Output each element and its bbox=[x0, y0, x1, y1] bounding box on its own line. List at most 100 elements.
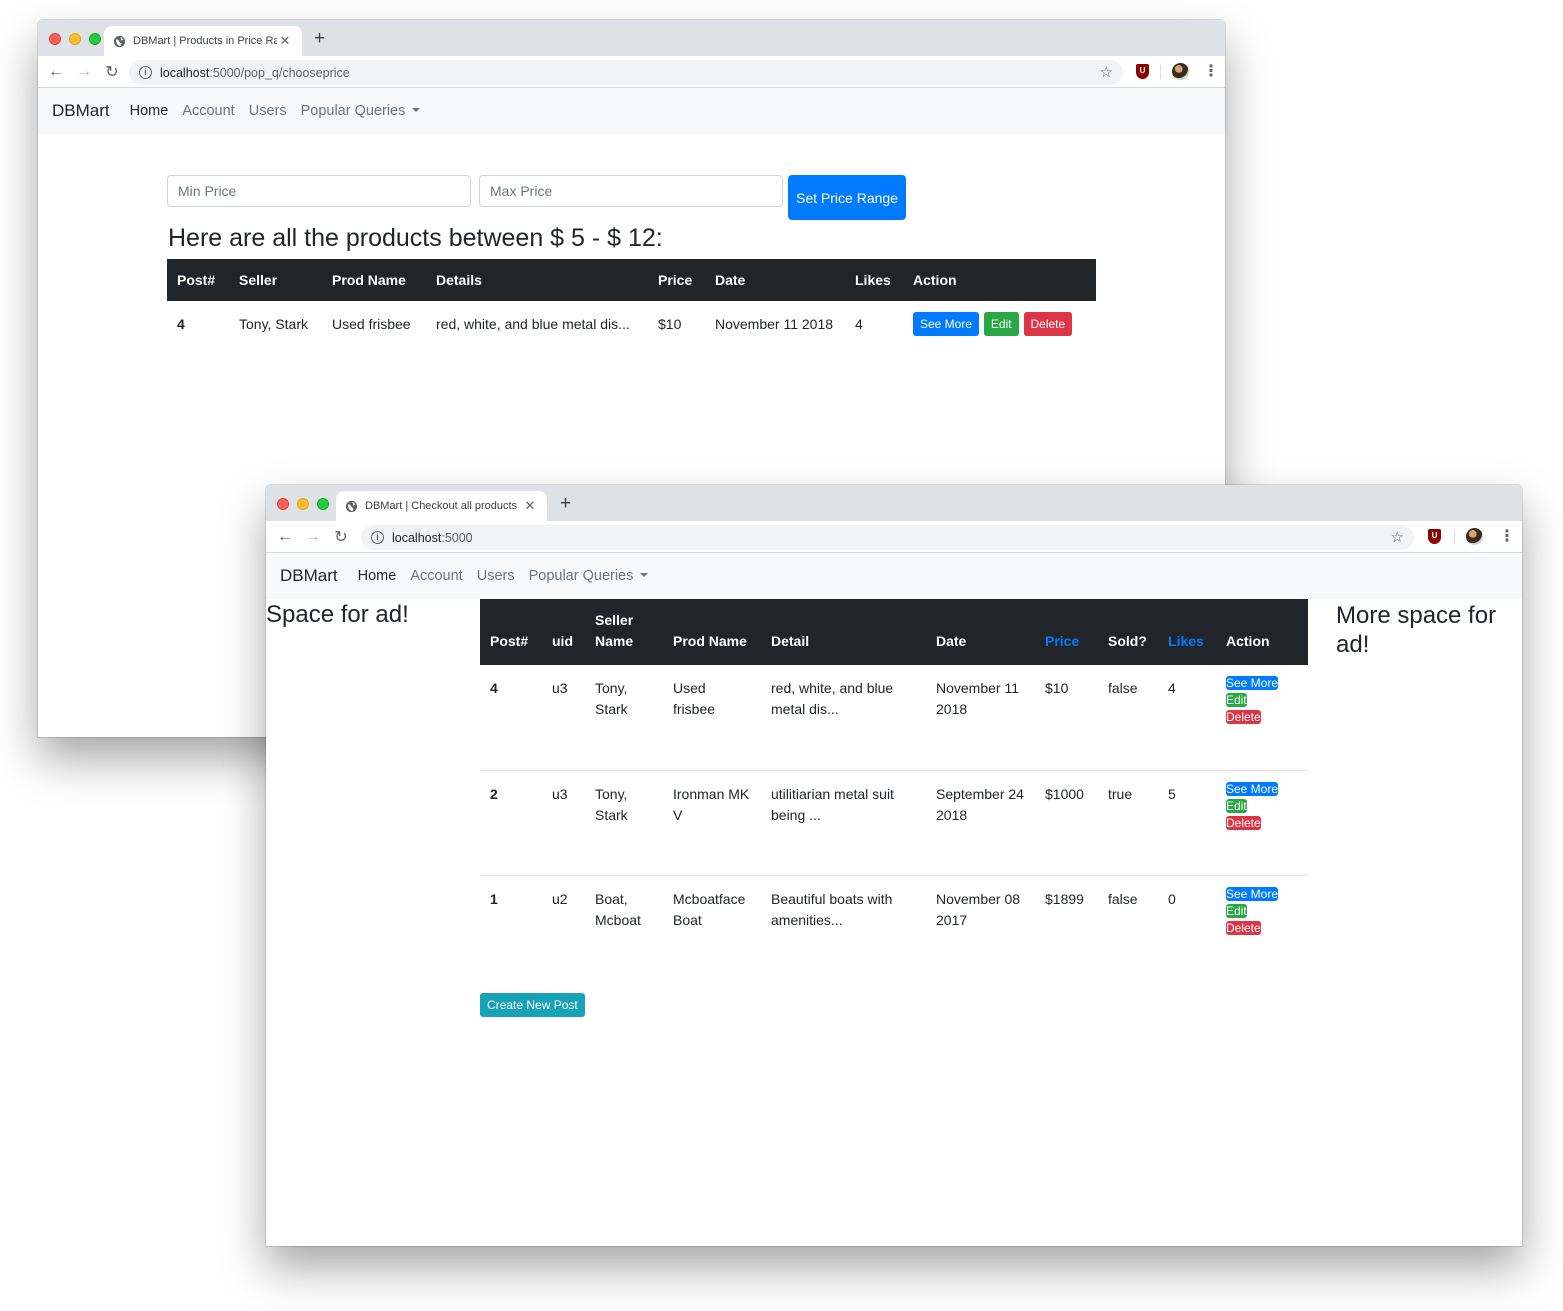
cell-likes: 5 bbox=[1158, 769, 1216, 875]
profile-avatar-icon[interactable] bbox=[1466, 528, 1483, 545]
nav-popular-queries-dropdown[interactable]: Popular Queries bbox=[301, 103, 421, 119]
close-tab-icon[interactable]: ✕ bbox=[522, 498, 538, 514]
ad-space-left: Space for ad! bbox=[266, 601, 409, 628]
minimize-window-button[interactable] bbox=[69, 33, 81, 45]
menu-kebab-icon[interactable]: ⋮ bbox=[1499, 526, 1515, 546]
brand-logo[interactable]: DBMart bbox=[52, 101, 110, 121]
nav-account[interactable]: Account bbox=[410, 568, 462, 584]
url-field[interactable]: i localhost:5000 ☆ bbox=[361, 525, 1414, 550]
dropdown-label: Popular Queries bbox=[528, 568, 634, 584]
forward-arrow-icon[interactable]: → bbox=[70, 63, 98, 81]
close-window-button[interactable] bbox=[277, 498, 289, 510]
profile-avatar-icon[interactable] bbox=[1172, 63, 1189, 80]
globe-icon bbox=[345, 500, 358, 512]
caret-down-icon bbox=[640, 573, 649, 577]
cell-price: $1000 bbox=[1035, 769, 1098, 875]
max-price-input[interactable]: Max Price bbox=[479, 175, 783, 207]
cell-date: September 24 2018 bbox=[926, 769, 1035, 875]
cell-seller: Tony, Stark bbox=[585, 769, 663, 875]
url-field[interactable]: i localhost:5000/pop_q/chooseprice ☆ bbox=[129, 60, 1123, 85]
close-tab-icon[interactable]: ✕ bbox=[277, 33, 293, 49]
col-seller-line1: Seller bbox=[595, 612, 634, 628]
new-tab-button[interactable]: + bbox=[560, 494, 571, 513]
info-icon[interactable]: i bbox=[139, 66, 152, 79]
delete-button[interactable]: Delete bbox=[1023, 312, 1073, 336]
cell-price: $10 bbox=[658, 316, 682, 332]
maximize-window-button[interactable] bbox=[317, 498, 329, 510]
cell-prod-name: Ironman MK V bbox=[663, 769, 761, 875]
browser-tab[interactable]: DBMart | Checkout all products ✕ bbox=[336, 491, 547, 521]
col-likes: Likes bbox=[845, 259, 903, 301]
close-window-button[interactable] bbox=[49, 33, 61, 45]
edit-button[interactable]: Edit bbox=[1226, 798, 1247, 813]
tab-title: DBMart | Checkout all products bbox=[365, 500, 518, 512]
nav-home[interactable]: Home bbox=[130, 103, 169, 119]
bookmark-star-icon[interactable]: ☆ bbox=[1100, 63, 1113, 81]
menu-kebab-icon[interactable]: ⋮ bbox=[1203, 61, 1219, 81]
forward-arrow-icon[interactable]: → bbox=[299, 528, 327, 546]
cell-prod-name: Mcboatface Boat bbox=[663, 874, 761, 980]
cell-seller: Tony, Stark bbox=[595, 680, 628, 717]
new-tab-button[interactable]: + bbox=[314, 29, 325, 48]
see-more-button[interactable]: See More bbox=[1226, 886, 1279, 901]
table-header-row: Post# uid Seller Name Prod Name Detail Da… bbox=[480, 599, 1308, 665]
col-post: Post# bbox=[167, 259, 229, 301]
col-post: Post# bbox=[480, 599, 542, 665]
col-date: Date bbox=[705, 259, 845, 301]
see-more-button[interactable]: See More bbox=[1226, 676, 1279, 690]
nav-popular-queries-dropdown[interactable]: Popular Queries bbox=[529, 568, 649, 584]
cell-seller: Boat, Mcboat bbox=[585, 874, 663, 980]
cell-post: 1 bbox=[480, 874, 542, 980]
col-uid: uid bbox=[542, 599, 585, 665]
cell-likes: 4 bbox=[1168, 680, 1176, 696]
nav-users[interactable]: Users bbox=[477, 568, 515, 584]
url-host: localhost bbox=[160, 65, 210, 80]
edit-button[interactable]: Edit bbox=[1226, 903, 1247, 918]
products-table: Post# uid Seller Name Prod Name Detail Da… bbox=[480, 599, 1308, 980]
minimize-window-button[interactable] bbox=[297, 498, 309, 510]
table-row: 1 u2 Boat, Mcboat Mcboatface Boat Beauti… bbox=[480, 874, 1308, 980]
edit-button[interactable]: Edit bbox=[983, 312, 1019, 336]
cell-uid: u3 bbox=[552, 680, 568, 696]
dropdown-label: Popular Queries bbox=[300, 103, 406, 119]
browser-tab[interactable]: DBMart | Products in Price Range ✕ bbox=[104, 26, 302, 56]
delete-button[interactable]: Delete bbox=[1226, 920, 1261, 935]
back-arrow-icon[interactable]: ← bbox=[271, 528, 299, 546]
info-icon[interactable]: i bbox=[371, 531, 384, 544]
col-action: Action bbox=[903, 259, 1096, 301]
nav-users[interactable]: Users bbox=[249, 103, 287, 119]
col-prod-name: Prod Name bbox=[663, 599, 761, 665]
delete-button[interactable]: Delete bbox=[1226, 815, 1261, 830]
cell-seller: Tony, Stark bbox=[239, 316, 308, 332]
edit-button[interactable]: Edit bbox=[1226, 693, 1247, 707]
col-price-sort-link[interactable]: Price bbox=[1035, 599, 1098, 665]
col-likes-sort-link[interactable]: Likes bbox=[1158, 599, 1216, 665]
set-price-range-button[interactable]: Set Price Range bbox=[788, 175, 906, 220]
ublock-shield-icon[interactable]: U bbox=[1428, 529, 1441, 544]
ublock-shield-icon[interactable]: U bbox=[1136, 64, 1149, 79]
cell-likes: 0 bbox=[1158, 874, 1216, 980]
cell-sold: false bbox=[1108, 680, 1138, 696]
reload-icon[interactable]: ↻ bbox=[327, 527, 355, 547]
create-new-post-button[interactable]: Create New Post bbox=[480, 993, 585, 1017]
brand-logo[interactable]: DBMart bbox=[280, 566, 338, 586]
globe-icon bbox=[113, 35, 126, 47]
col-action: Action bbox=[1216, 599, 1308, 665]
min-price-input[interactable]: Min Price bbox=[167, 175, 471, 207]
site-navbar: DBMart Home Account Users Popular Querie… bbox=[266, 553, 1522, 599]
address-bar: ← → ↻ i localhost:5000 ☆ U ⋮ bbox=[266, 521, 1522, 553]
reload-icon[interactable]: ↻ bbox=[98, 62, 126, 82]
cell-price: $10 bbox=[1045, 680, 1069, 696]
see-more-button[interactable]: See More bbox=[1226, 781, 1279, 796]
see-more-button[interactable]: See More bbox=[913, 312, 980, 336]
delete-button[interactable]: Delete bbox=[1226, 710, 1261, 724]
col-date: Date bbox=[926, 599, 1035, 665]
cell-actions: See More Edit Delete bbox=[1216, 665, 1308, 770]
nav-home[interactable]: Home bbox=[358, 568, 397, 584]
back-arrow-icon[interactable]: ← bbox=[42, 63, 70, 81]
bookmark-star-icon[interactable]: ☆ bbox=[1391, 528, 1404, 546]
nav-account[interactable]: Account bbox=[182, 103, 234, 119]
maximize-window-button[interactable] bbox=[89, 33, 101, 45]
col-seller: Seller bbox=[229, 259, 322, 301]
col-detail: Detail bbox=[761, 599, 926, 665]
